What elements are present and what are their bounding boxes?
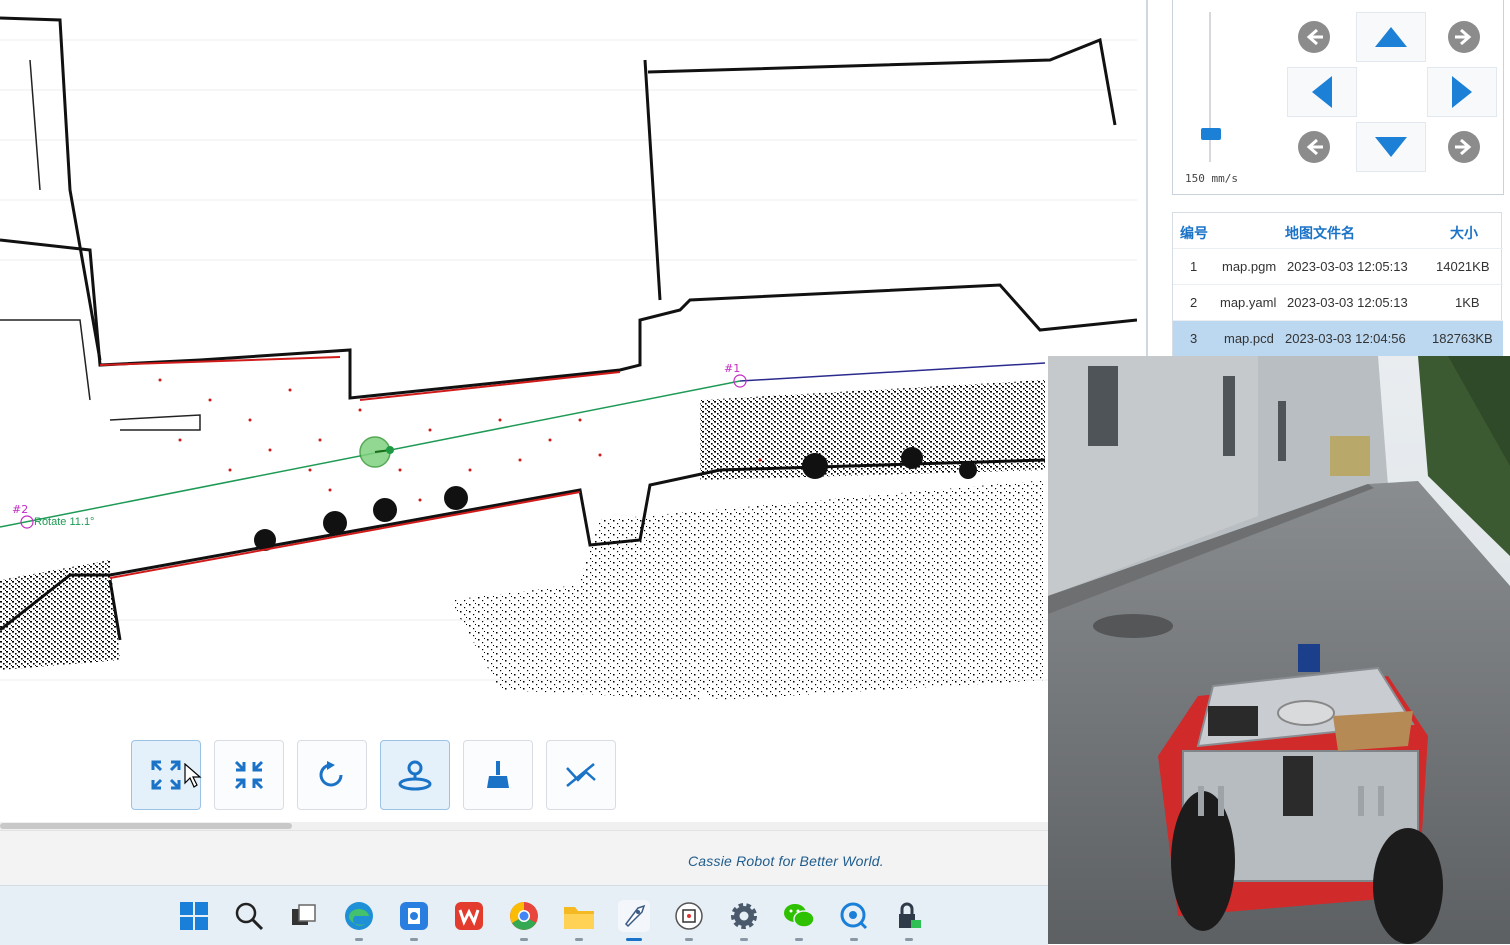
scrollbar-thumb[interactable] (0, 823, 292, 829)
wps-office-icon[interactable] (452, 899, 486, 933)
search-icon[interactable] (232, 899, 266, 933)
arrow-down-icon (1375, 137, 1407, 157)
arrow-right-icon (1452, 76, 1472, 108)
rotate-right-forward-button[interactable] (1429, 12, 1499, 62)
taskbar-indicator (850, 938, 858, 941)
taskbar-indicator (410, 938, 418, 941)
rocket-app-icon[interactable] (617, 899, 651, 941)
expand-icon (151, 760, 181, 790)
circle-arrow-left-icon (1298, 131, 1330, 163)
taskbar-indicator (905, 938, 913, 941)
table-row-selected[interactable]: 3 map.pcd 2023-03-03 12:04:56 182763KB (1173, 320, 1503, 357)
arrow-left-icon (1312, 76, 1332, 108)
camera-photo (1048, 356, 1510, 944)
row-name: map.yaml (1220, 295, 1277, 310)
rotate-icon (319, 761, 343, 787)
chat-bubble-icon[interactable] (837, 899, 871, 941)
windows-start-icon[interactable] (177, 899, 211, 933)
row-index: 2 (1190, 295, 1198, 310)
speed-slider-thumb[interactable] (1201, 128, 1221, 140)
rotate-left-backward-button[interactable] (1279, 122, 1349, 172)
robot-pose-icon (398, 760, 432, 791)
compress-icon (234, 760, 264, 790)
zoom-fit-button[interactable] (131, 740, 202, 810)
table-row[interactable]: 2 map.yaml 2023-03-03 12:05:13 1KB (1173, 284, 1503, 321)
taskbar-indicator (685, 938, 693, 941)
row-date: 2023-03-03 12:05:13 (1287, 295, 1408, 310)
side-panel: 150 mm/s 编号 地图文件名 大小 1 map.pgm 2023-03-0… (1146, 0, 1510, 357)
arrow-up-icon (1375, 27, 1407, 47)
wechat-icon[interactable] (782, 899, 816, 941)
right-button[interactable] (1427, 67, 1497, 117)
set-pose-button[interactable] (380, 740, 450, 810)
settings-gear-icon[interactable] (727, 899, 761, 941)
edge-browser-icon[interactable] (342, 899, 376, 941)
circle-arrow-right-icon (1448, 131, 1480, 163)
circle-arrow-right-icon (1448, 21, 1480, 53)
slogan-text: Cassie Robot for Better World. (688, 853, 884, 869)
camera-feed (1048, 356, 1510, 944)
taskbar-indicator (520, 938, 528, 941)
security-lock-icon[interactable] (892, 899, 926, 941)
chrome-icon[interactable] (507, 899, 541, 941)
taskbar-indicator (355, 938, 363, 941)
circle-arrow-left-icon (1298, 21, 1330, 53)
file-explorer-icon[interactable] (562, 899, 596, 941)
taskbar-indicator (575, 938, 583, 941)
table-header: 编号 地图文件名 大小 (1173, 213, 1501, 249)
left-button[interactable] (1287, 67, 1357, 117)
broom-icon (487, 761, 509, 788)
windows-taskbar (0, 885, 1048, 945)
taskbar-indicator (795, 938, 803, 941)
row-name: map.pgm (1222, 259, 1277, 274)
rotate-right-backward-button[interactable] (1429, 122, 1499, 172)
point-cloud-map (0, 16, 1137, 700)
row-date: 2023-03-03 12:05:13 (1287, 259, 1408, 274)
row-size: 182763KB (1432, 331, 1493, 346)
row-size: 14021KB (1436, 259, 1490, 274)
row-index: 3 (1190, 331, 1198, 346)
path-icon (566, 763, 596, 787)
robot-app-icon[interactable] (672, 899, 706, 941)
row-index: 1 (1190, 259, 1198, 274)
header-index: 编号 (1180, 225, 1208, 241)
map-canvas[interactable]: #1 #2 Rotate 11.1° (0, 0, 1137, 822)
backward-button[interactable] (1356, 122, 1426, 172)
taskbar-indicator (740, 938, 748, 941)
rotate-label: Rotate 11.1° (34, 516, 95, 528)
reset-view-button[interactable] (297, 740, 367, 810)
row-date: 2023-03-03 12:04:56 (1285, 331, 1406, 346)
status-bar: Cassie Robot for Better World. (0, 830, 1048, 886)
table-row[interactable]: 1 map.pgm 2023-03-03 12:05:13 14021KB (1173, 248, 1503, 285)
taskbar-indicator-active (626, 938, 642, 941)
row-name: map.pcd (1224, 331, 1274, 346)
forward-button[interactable] (1356, 12, 1426, 62)
row-size: 1KB (1455, 295, 1480, 310)
task-view-icon[interactable] (287, 899, 321, 933)
waypoint-2-label: #2 (12, 503, 29, 516)
speed-label: 150 mm/s (1185, 172, 1238, 185)
map-horizontal-scrollbar[interactable] (0, 822, 1048, 830)
clear-button[interactable] (463, 740, 533, 810)
map-file-table: 编号 地图文件名 大小 1 map.pgm 2023-03-03 12:05:1… (1172, 212, 1503, 357)
app-store-icon[interactable] (397, 899, 431, 941)
zoom-shrink-button[interactable] (214, 740, 284, 810)
mouse-cursor-icon (184, 763, 202, 788)
waypoint-1-label: #1 (724, 362, 741, 375)
header-name: 地图文件名 (1285, 225, 1355, 241)
path-tool-button[interactable] (546, 740, 616, 810)
rotate-left-forward-button[interactable] (1279, 12, 1349, 62)
header-size: 大小 (1450, 225, 1478, 241)
manual-control-panel: 150 mm/s (1172, 0, 1504, 195)
